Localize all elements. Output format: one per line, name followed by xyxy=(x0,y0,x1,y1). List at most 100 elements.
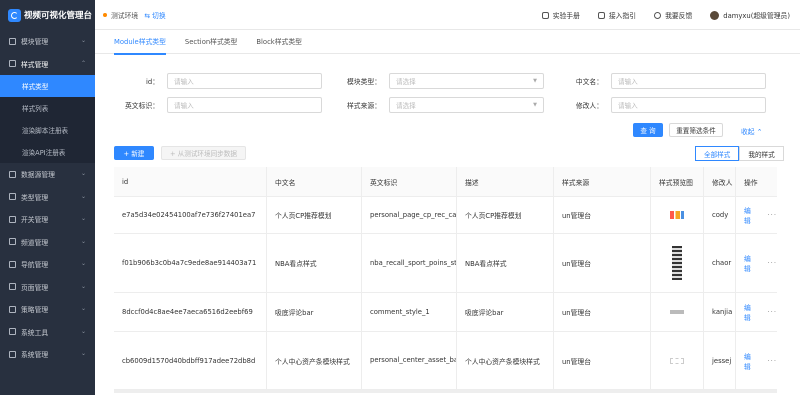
chevron-down-icon: ⌄ xyxy=(80,192,86,200)
edit-link[interactable]: 编辑 xyxy=(744,302,758,322)
collapse-link[interactable]: 收起 ⌃ xyxy=(741,126,762,136)
guide-link[interactable]: 接入指引 xyxy=(597,10,636,20)
main-content: Module样式类型 Section样式类型 Block样式类型 id： 请输入… xyxy=(95,30,800,395)
menu-item-icon xyxy=(9,215,16,223)
sidebar-subitem[interactable]: 样式类型 xyxy=(0,75,95,97)
preview-thumbnail[interactable] xyxy=(670,357,684,364)
sidebar-item[interactable]: 数据源管理 ⌄ xyxy=(0,163,95,186)
cell-id: cb6009d1570d40bdbff917adee72db8d xyxy=(114,332,267,389)
cn-name-input[interactable]: 请输入 xyxy=(611,73,766,89)
cell-modifier: jessej xyxy=(704,332,736,389)
edit-link[interactable]: 编辑 xyxy=(744,253,758,273)
filter-modifier: 修改人： 请输入 xyxy=(551,97,766,113)
horizontal-scrollbar[interactable] xyxy=(114,390,777,393)
cell-id: f01b906b3c0b4a7c9ede8ae914403a71 xyxy=(114,234,267,292)
sidebar-item-label: 模块管理 xyxy=(21,38,49,47)
styles-table: id 中文名 英文标识 描述 样式来源 样式预览图 修改人 操作 e7a5d34… xyxy=(114,167,777,390)
sidebar-subitem[interactable]: 渲染脚本注册表 xyxy=(0,119,95,141)
sidebar-item-label: 开关管理 xyxy=(21,216,49,225)
cell-modifier: kanjia xyxy=(704,293,736,331)
menu-item-icon xyxy=(9,193,16,201)
switch-environment-link[interactable]: ⇆ 切换 xyxy=(144,10,165,20)
sidebar-item[interactable]: 样式管理 ⌃ xyxy=(0,53,95,76)
sidebar-item[interactable]: 系统工具 ⌄ xyxy=(0,321,95,344)
sidebar-item-label: 样式管理 xyxy=(21,60,49,69)
feedback-link[interactable]: 我要反馈 xyxy=(654,10,692,20)
edit-link[interactable]: 编辑 xyxy=(744,205,758,225)
menu-item-icon xyxy=(9,305,16,313)
menu-item-icon xyxy=(9,350,16,358)
cell-cn-name: 吸底评论bar xyxy=(267,293,362,331)
chevron-icon: ⌄ xyxy=(80,37,86,44)
sidebar-item[interactable]: 模块管理 ⌄ xyxy=(0,30,95,53)
cell-en-id: personal_center_asset_bar_module xyxy=(362,332,457,389)
chevron-down-icon: ⌄ xyxy=(80,327,86,335)
reset-filters-button[interactable]: 重置筛选条件 xyxy=(669,123,723,137)
chevron-down-icon: ⌄ xyxy=(80,215,86,222)
user-menu[interactable]: damyxu(超级管理员) xyxy=(710,10,790,20)
cell-style-source: un管理台 xyxy=(554,197,651,233)
more-icon[interactable]: ··· xyxy=(768,259,777,267)
sync-from-test-button[interactable]: + 从测试环境同步数据 xyxy=(161,146,246,160)
cell-actions: 编辑 ··· xyxy=(736,332,777,389)
tab-section[interactable]: Section样式类型 xyxy=(185,30,237,54)
header-modifier: 修改人 xyxy=(704,167,736,196)
table-row: f01b906b3c0b4a7c9ede8ae914403a71 NBA看点样式 n… xyxy=(114,234,777,293)
my-styles-button[interactable]: 我的样式 xyxy=(739,146,784,161)
menu-item-icon xyxy=(9,170,16,178)
more-icon[interactable]: ··· xyxy=(768,211,777,219)
chevron-down-icon: ⌄ xyxy=(80,170,86,177)
chevron-down-icon: ⌄ xyxy=(80,237,86,245)
new-button[interactable]: + 新建 xyxy=(114,146,154,160)
sidebar-item-label: 策略管理 xyxy=(21,306,49,315)
query-button[interactable]: 查 询 xyxy=(633,123,663,137)
cell-description: 个人中心资产条模块样式 xyxy=(457,332,554,389)
cell-cn-name: NBA看点样式 xyxy=(267,234,362,292)
sidebar-subitem[interactable]: 样式列表 xyxy=(0,97,95,119)
all-styles-button[interactable]: 全部样式 xyxy=(695,146,740,161)
sidebar-item[interactable]: 频道管理 ⌄ xyxy=(0,231,95,254)
sidebar-item[interactable]: 策略管理 ⌄ xyxy=(0,298,95,321)
sidebar-item[interactable]: 页面管理 ⌄ xyxy=(0,276,95,299)
header-style-source: 样式来源 xyxy=(554,167,651,196)
cell-en-id: comment_style_1 xyxy=(362,293,457,331)
filter-module-type: 模块类型： 请选择 ▼ xyxy=(329,73,544,89)
style-source-select[interactable]: 请选择 ▼ xyxy=(389,97,544,113)
cell-id: e7a5d34e02454100af7e736f27401ea7 xyxy=(114,197,267,233)
sidebar-item[interactable]: 类型管理 ⌄ xyxy=(0,186,95,209)
en-id-input[interactable]: 请输入 xyxy=(167,97,322,113)
tab-module[interactable]: Module样式类型 xyxy=(114,30,166,55)
sidebar-item-label: 导航管理 xyxy=(21,261,49,270)
app-logo[interactable]: 视频可视化管理台 xyxy=(0,0,95,30)
header-description: 描述 xyxy=(457,167,554,196)
cell-description: 个人页CP推荐模划 xyxy=(457,197,554,233)
more-icon[interactable]: ··· xyxy=(768,308,777,316)
id-input[interactable]: 请输入 xyxy=(167,73,322,89)
more-icon[interactable]: ··· xyxy=(768,357,777,365)
header-actions: 操作 xyxy=(744,178,758,187)
sidebar-item[interactable]: 开关管理 ⌄ xyxy=(0,208,95,231)
filter-cn-name: 中文名： 请输入 xyxy=(551,73,766,89)
edit-link[interactable]: 编辑 xyxy=(744,351,758,371)
header-cn-name: 中文名 xyxy=(267,167,362,196)
sidebar-item[interactable]: 导航管理 ⌄ xyxy=(0,253,95,276)
sidebar-item[interactable]: 系统管理 ⌄ xyxy=(0,343,95,366)
filter-id: id： 请输入 xyxy=(107,73,322,89)
header-id: id xyxy=(114,167,267,196)
environment-dot-icon xyxy=(103,12,107,17)
modifier-input[interactable]: 请输入 xyxy=(611,97,766,113)
sidebar-subitem[interactable]: 渲染API注册表 xyxy=(0,141,95,163)
cell-preview xyxy=(651,293,704,331)
top-bar: 测试环境 ⇆ 切换 实验手册 接入指引 我要反馈 damyxu(超级管理员) xyxy=(95,0,800,30)
preview-thumbnail[interactable] xyxy=(670,310,684,314)
header-preview: 样式预览图 xyxy=(651,167,704,196)
preview-thumbnail[interactable] xyxy=(670,211,684,219)
tab-block[interactable]: Block样式类型 xyxy=(256,30,302,54)
cell-id: 8dccf0d4c8ae4ee7aeca6516d2eebf69 xyxy=(114,293,267,331)
chevron-down-icon: ⌄ xyxy=(80,305,86,312)
manual-link[interactable]: 实验手册 xyxy=(541,10,580,20)
book-icon xyxy=(541,11,549,19)
module-type-select[interactable]: 请选择 ▼ xyxy=(389,73,544,89)
table-row: e7a5d34e02454100af7e736f27401ea7 个人页CP推荐模… xyxy=(114,197,777,234)
preview-thumbnail[interactable] xyxy=(672,246,682,280)
